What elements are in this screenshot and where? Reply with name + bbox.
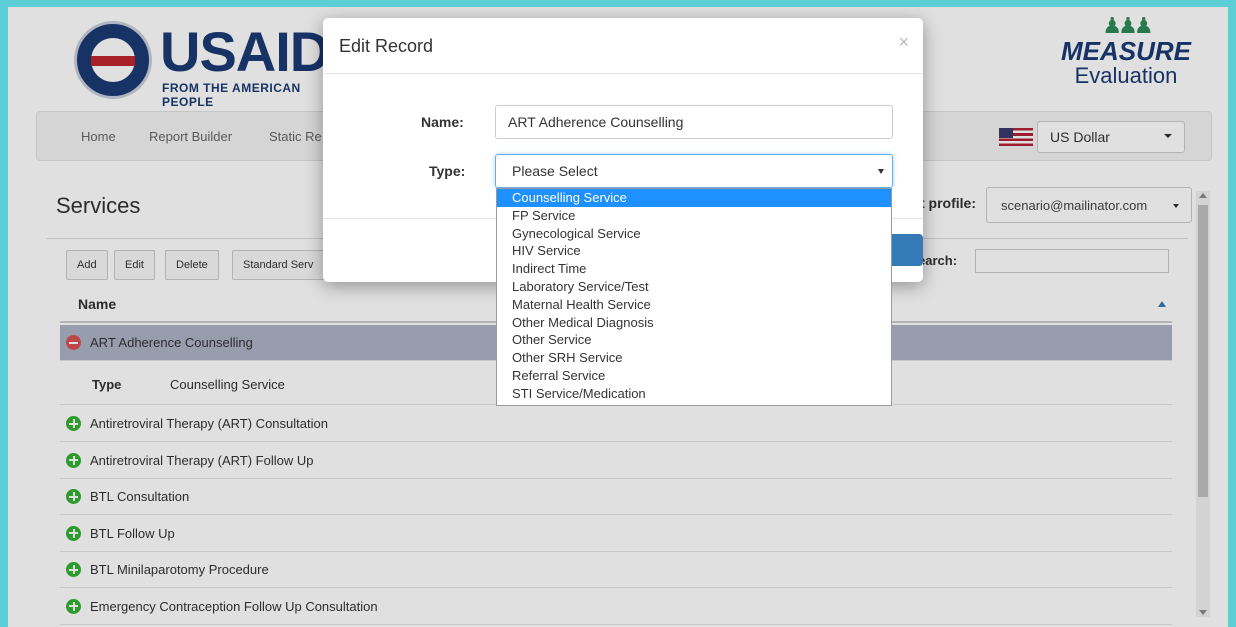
option-counselling-service[interactable]: Counselling Service bbox=[497, 189, 891, 207]
option-other-medical-diagnosis[interactable]: Other Medical Diagnosis bbox=[497, 314, 891, 332]
modal-title: Edit Record bbox=[339, 36, 434, 56]
name-input-value: ART Adherence Counselling bbox=[508, 114, 684, 130]
chevron-down-icon bbox=[878, 169, 884, 174]
type-label: Type: bbox=[429, 163, 466, 179]
close-icon[interactable]: × bbox=[898, 32, 909, 53]
browser-frame: USAID FROM THE AMERICAN PEOPLE ♟♟♟ MEASU… bbox=[8, 7, 1228, 627]
option-indirect-time[interactable]: Indirect Time bbox=[497, 260, 891, 278]
option-referral-service[interactable]: Referral Service bbox=[497, 367, 891, 385]
type-select[interactable]: Please Select bbox=[495, 154, 893, 188]
option-gynecological-service[interactable]: Gynecological Service bbox=[497, 225, 891, 243]
option-laboratory-service-test[interactable]: Laboratory Service/Test bbox=[497, 278, 891, 296]
option-other-service[interactable]: Other Service bbox=[497, 331, 891, 349]
name-input[interactable]: ART Adherence Counselling bbox=[495, 105, 893, 139]
option-maternal-health-service[interactable]: Maternal Health Service bbox=[497, 296, 891, 314]
save-button[interactable] bbox=[889, 234, 923, 266]
type-options-list: Counselling Service FP Service Gynecolog… bbox=[496, 188, 892, 406]
option-hiv-service[interactable]: HIV Service bbox=[497, 242, 891, 260]
option-fp-service[interactable]: FP Service bbox=[497, 207, 891, 225]
name-label: Name: bbox=[421, 114, 464, 130]
option-sti-service-medication[interactable]: STI Service/Medication bbox=[497, 385, 891, 403]
type-select-value: Please Select bbox=[512, 163, 598, 179]
modal-header: Edit Record × bbox=[323, 18, 923, 74]
option-other-srh-service[interactable]: Other SRH Service bbox=[497, 349, 891, 367]
